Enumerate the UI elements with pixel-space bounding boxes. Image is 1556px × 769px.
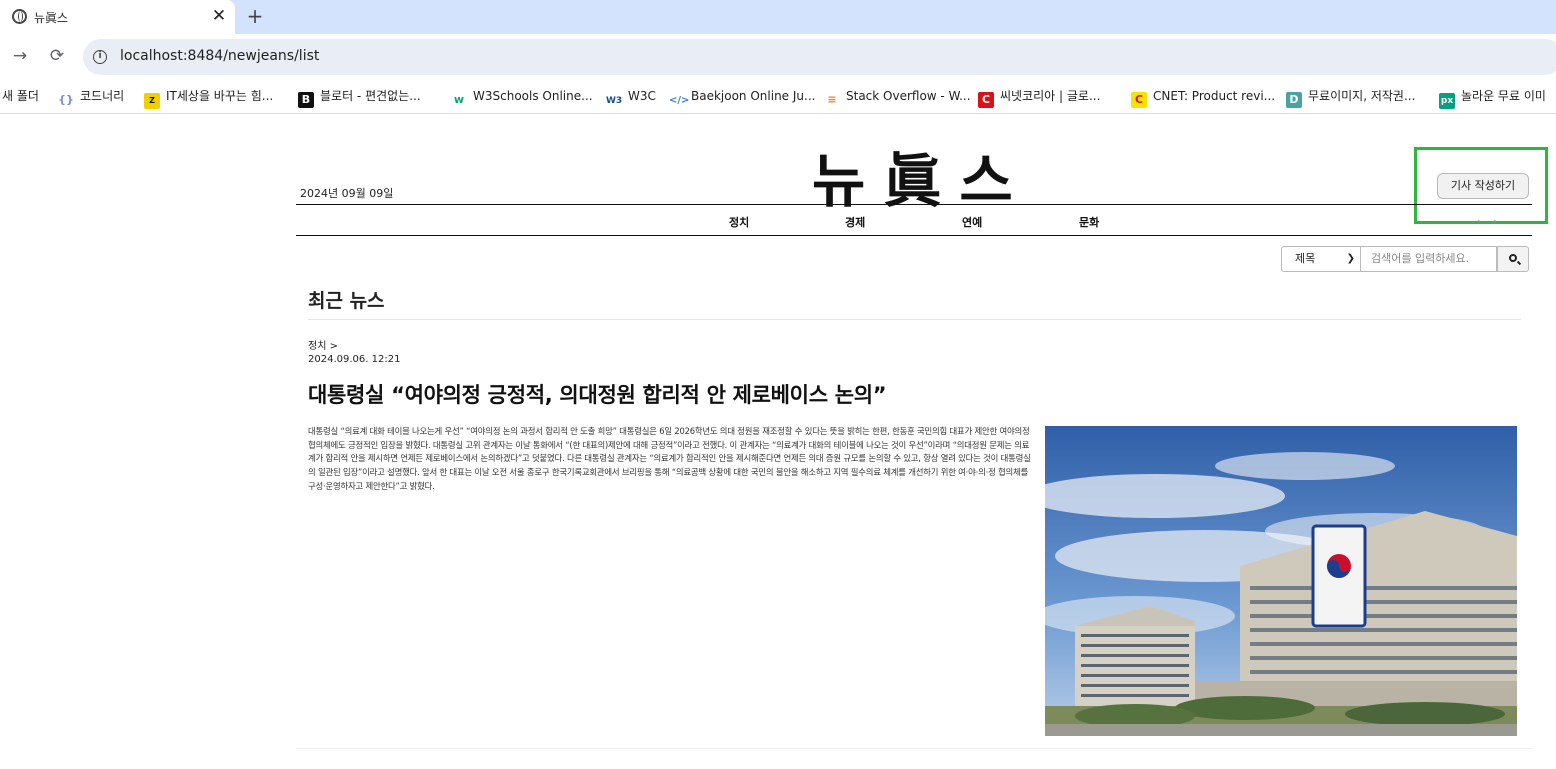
bookmark-item[interactable]: </> Baekjoon Online Ju... [669,86,815,106]
url-text: localhost:8484/newjeans/list [120,48,320,64]
globe-icon [12,9,27,24]
bookmark-item[interactable]: C CNET: Product revi... [1131,86,1275,108]
image-icon: D [1286,92,1302,108]
section-divider [308,319,1521,320]
article-photo[interactable] [1045,426,1517,736]
tab-title: 뉴眞스 [34,11,69,25]
pexels-icon: px [1439,93,1455,109]
search-button[interactable] [1497,246,1529,272]
search-input[interactable]: 검색어를 입력하세요. [1361,246,1497,272]
search-type-value: 제목 [1295,252,1316,265]
section-title: 최근 뉴스 [308,290,385,312]
search-icon [1509,254,1517,262]
zdnet-icon: Z [144,93,160,109]
article-category[interactable]: 정치 > [308,337,338,352]
bookmark-item[interactable]: C 씨넷코리아 | 글로... [978,86,1100,108]
stackoverflow-icon: ≡ [827,93,837,106]
close-tab-icon[interactable]: ✕ [211,6,227,26]
new-tab-icon[interactable]: + [246,5,264,27]
nav-category-entertainment[interactable]: 연예 [962,214,982,230]
address-bar[interactable]: i localhost:8484/newjeans/list [83,39,1556,75]
bookmark-item[interactable]: ≡ Stack Overflow - W... [824,86,970,106]
bookmark-item[interactable]: Z IT세상을 바꾸는 힘... [144,86,273,109]
search-type-select[interactable]: 제목 ❯ [1281,246,1361,272]
cnet-korea-icon: C [978,92,994,108]
browser-tab[interactable]: 뉴眞스 ✕ [0,0,235,34]
bookmarks-bar: 새 폴더 {} 코드너리 Z IT세상을 바꾸는 힘... B 블로터 - 편견없는.… [0,80,1556,114]
bookmark-item[interactable]: {} 코드너리 [58,86,124,106]
bloter-icon: B [298,92,314,108]
dots-icon: • • [1476,218,1502,228]
chevron-down-icon: ❯ [1346,253,1355,264]
site-info-icon[interactable]: i [93,50,107,64]
bookmark-item[interactable]: W3 W3C [606,86,656,106]
nav-category-economy[interactable]: 경제 [845,214,865,230]
content-divider [296,748,1532,749]
bookmark-item[interactable]: px 놀라운 무료 이미 [1439,86,1546,109]
w3schools-icon: w [453,93,465,106]
article-headline[interactable]: 대통령실 “여야의정 긍정적, 의대정원 합리적 안 제로베이스 논의” [308,379,887,409]
nav-category-culture[interactable]: 문화 [1079,214,1099,230]
site-logo[interactable]: 뉴眞스 [812,134,1031,218]
braces-icon: {} [58,93,74,106]
nav-category-politics[interactable]: 정치 [729,214,749,230]
code-icon: </> [669,95,690,106]
bookmark-item[interactable]: D 무료이미지, 저작권... [1286,86,1415,108]
reload-icon[interactable]: ⟳ [47,46,67,66]
nav-divider [296,235,1532,236]
cnet-icon: C [1131,92,1147,108]
article-datetime: 2024.09.06. 12:21 [308,354,401,365]
forward-icon[interactable]: → [10,46,30,66]
w3c-icon: W3 [606,96,623,106]
bookmark-item[interactable]: w W3Schools Online... [451,86,593,106]
presidential-office-photo [1045,426,1517,736]
bookmark-item[interactable]: B 블로터 - 편견없는... [298,86,421,108]
bookmark-folder[interactable]: 새 폴더 [2,86,39,106]
tab-strip: 뉴眞스 ✕ + [0,0,1556,34]
article-body: 대통령실 “의료계 대화 테이블 나오는게 우선” “여야의정 논의 과정서 합… [308,426,1031,491]
browser-toolbar: → ⟳ i localhost:8484/newjeans/list [0,34,1556,80]
header-divider [296,204,1532,205]
write-article-button[interactable]: 기사 작성하기 [1437,173,1529,199]
masthead-date: 2024년 09월 09일 [300,187,394,200]
